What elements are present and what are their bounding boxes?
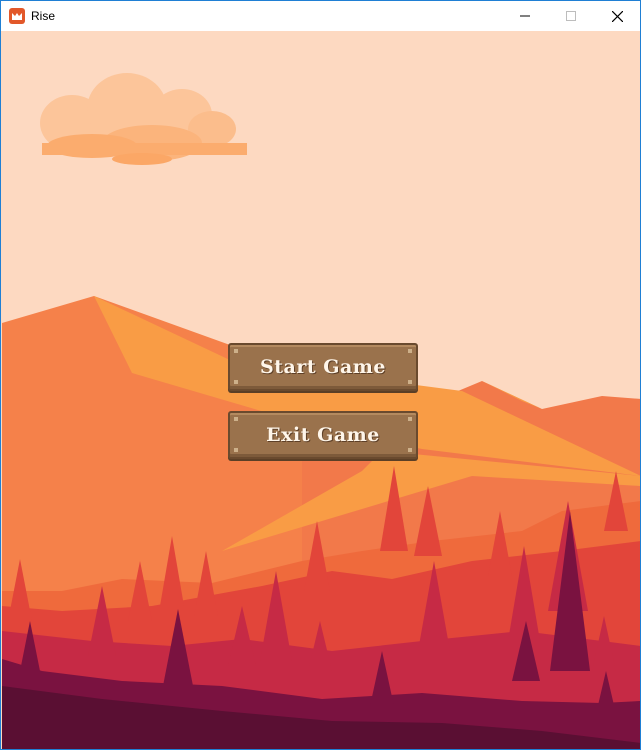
exit-game-label: Exit Game — [266, 424, 380, 446]
monogame-icon — [9, 8, 25, 24]
minimize-icon — [520, 15, 530, 17]
close-icon — [611, 10, 623, 22]
title-bar[interactable]: Rise — [1, 1, 640, 31]
rivet — [408, 417, 412, 421]
rivet — [234, 417, 238, 421]
minimize-button[interactable] — [502, 1, 548, 31]
start-game-label: Start Game — [260, 356, 386, 378]
maximize-icon — [566, 11, 576, 21]
rivet — [408, 349, 412, 353]
close-button[interactable] — [594, 1, 640, 31]
exit-game-button[interactable]: Exit Game — [228, 411, 418, 459]
rivet — [234, 448, 238, 452]
rivet — [234, 349, 238, 353]
rivet — [408, 448, 412, 452]
game-canvas[interactable]: Start Game Exit Game — [2, 31, 640, 749]
window-title: Rise — [31, 9, 56, 23]
rivet — [408, 380, 412, 384]
start-game-button[interactable]: Start Game — [228, 343, 418, 391]
game-window: Rise Start Game Exit Game — [0, 0, 641, 750]
window-controls — [502, 1, 640, 31]
maximize-button[interactable] — [548, 1, 594, 31]
rivet — [234, 380, 238, 384]
